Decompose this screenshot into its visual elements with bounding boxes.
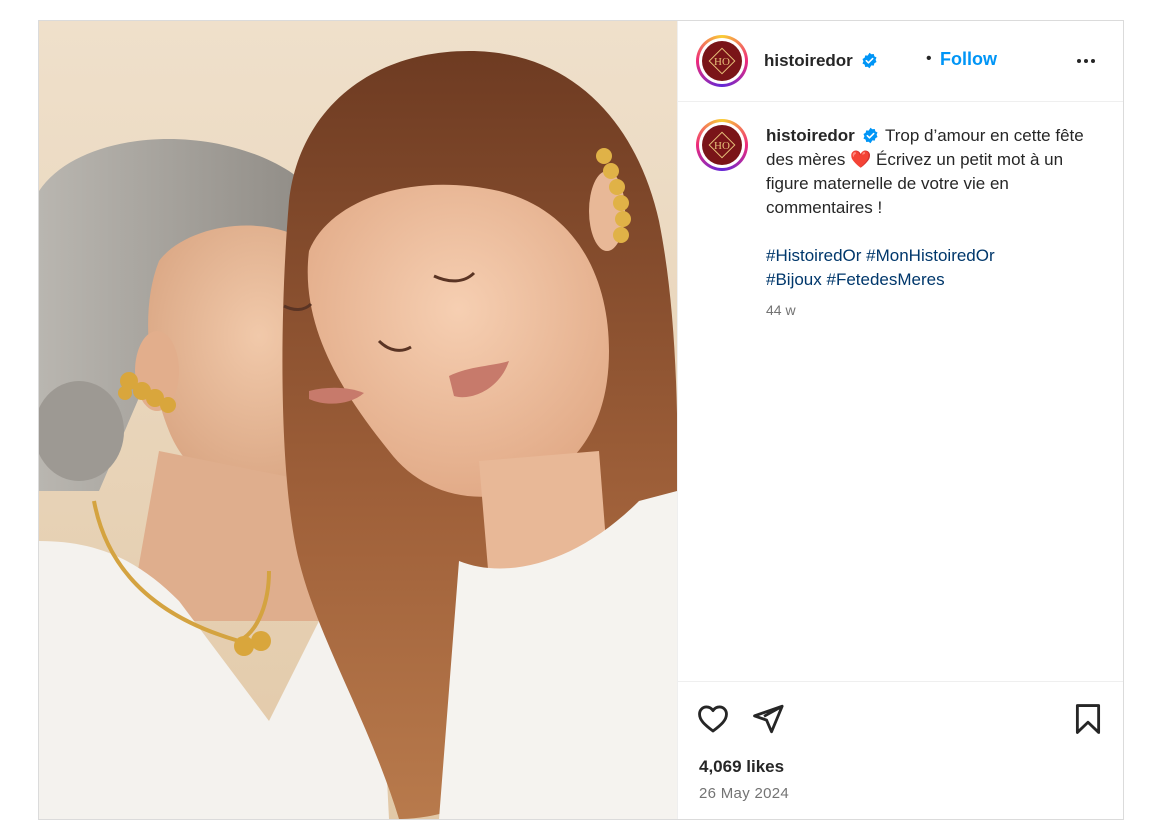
caption: histoiredor Trop d’amour en cette fête d… [766, 124, 1086, 220]
follow-button[interactable]: Follow [940, 49, 997, 70]
hashtag-link[interactable]: #Bijoux [766, 270, 822, 289]
more-options-icon[interactable] [1074, 49, 1098, 73]
separator-dot: • [926, 50, 932, 67]
likes-count[interactable]: 4,069 likes [699, 757, 784, 777]
brand-logo-icon: HO [702, 125, 742, 165]
verified-badge-icon [862, 52, 877, 69]
avatar[interactable]: HO [696, 35, 748, 87]
hashtag-link[interactable]: #MonHistoiredOr [866, 246, 995, 265]
post-image[interactable] [39, 21, 677, 819]
paper-plane-icon[interactable] [751, 702, 785, 736]
post-photo [39, 21, 677, 819]
svg-text:HO: HO [714, 56, 730, 68]
bookmark-icon[interactable] [1071, 702, 1105, 736]
post-date: 26 May 2024 [699, 785, 790, 802]
post-actions: 4,069 likes 26 May 2024 [678, 681, 1123, 820]
verified-badge-icon [863, 127, 878, 144]
header-username[interactable]: histoiredor [764, 51, 853, 71]
heart-icon[interactable] [696, 702, 730, 736]
post-header: HO histoiredor • Follow [678, 21, 1123, 102]
svg-text:HO: HO [714, 140, 730, 152]
hashtag-link[interactable]: #HistoiredOr [766, 246, 861, 265]
post-age[interactable]: 44 w [766, 302, 796, 318]
hashtag-link[interactable]: #FetedesMeres [827, 270, 945, 289]
brand-logo-icon: HO [702, 41, 742, 81]
instagram-post: HO histoiredor • Follow HO histoiredor T… [38, 20, 1124, 820]
hashtag-list: #HistoiredOr #MonHistoiredOr #Bijoux #Fe… [766, 244, 1086, 292]
caption-avatar[interactable]: HO [696, 119, 748, 171]
caption-username[interactable]: histoiredor [766, 126, 855, 145]
post-side-panel: HO histoiredor • Follow HO histoiredor T… [677, 21, 1123, 819]
